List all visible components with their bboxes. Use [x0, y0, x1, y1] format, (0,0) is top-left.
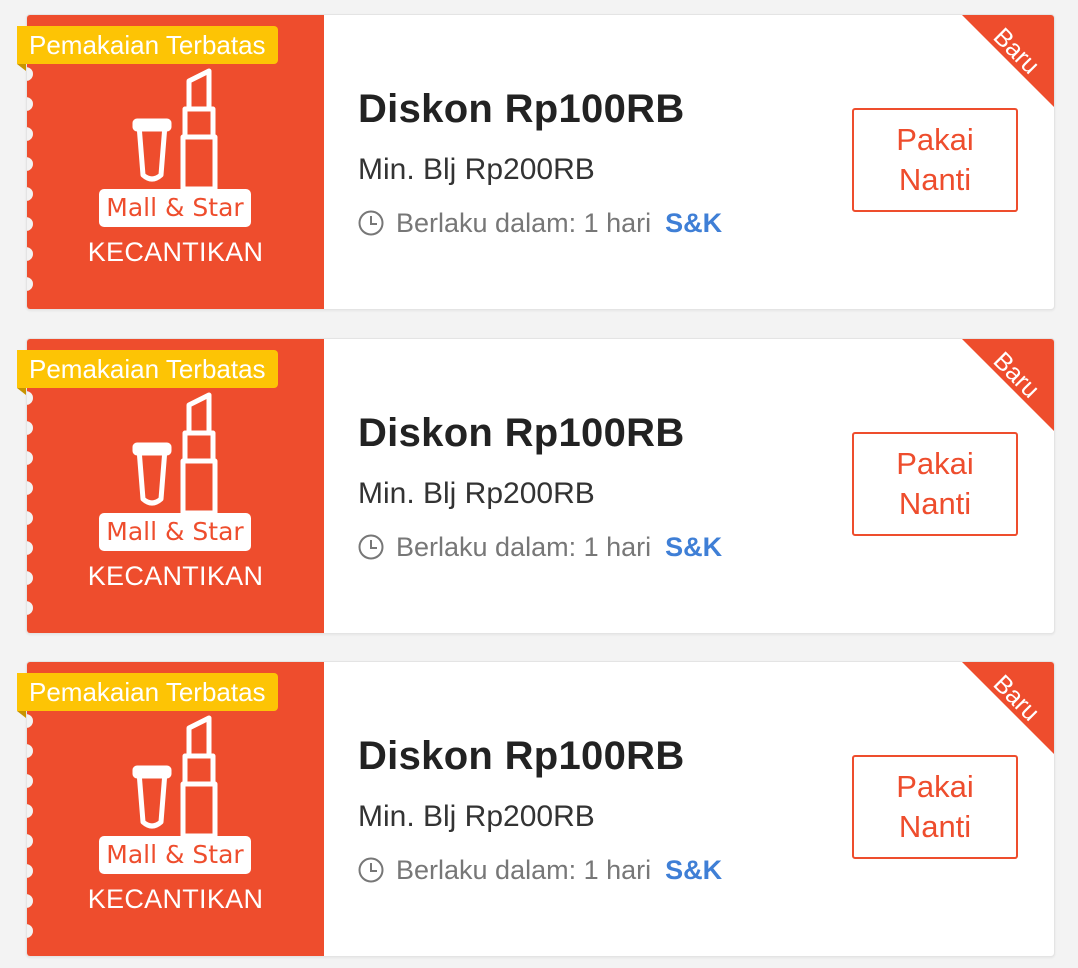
use-later-button[interactable]: Pakai Nanti	[852, 432, 1018, 536]
validity-text: Berlaku dalam: 1 hari	[396, 531, 652, 562]
validity-text: Berlaku dalam: 1 hari	[396, 854, 652, 885]
category-label: KECANTIKAN	[87, 237, 264, 267]
voucher-title: Diskon Rp100RB	[358, 734, 685, 778]
tag-fold	[17, 64, 26, 71]
use-later-label-line2: Nanti	[898, 809, 972, 844]
voucher-title: Diskon Rp100RB	[358, 87, 685, 131]
category-label: KECANTIKAN	[87, 561, 264, 591]
clock-icon	[358, 534, 384, 560]
mall-star-badge: Mall & Star	[99, 836, 251, 874]
category-label: KECANTIKAN	[87, 884, 264, 914]
validity-row: Berlaku dalam: 1 hari S&K	[358, 207, 722, 239]
tag-fold	[17, 711, 26, 718]
new-ribbon: Baru	[962, 15, 1054, 107]
terms-link[interactable]: S&K	[665, 208, 722, 239]
clock-icon	[358, 210, 384, 236]
clock-icon	[358, 857, 384, 883]
use-later-label-line1: Pakai	[896, 769, 974, 804]
mall-star-badge: Mall & Star	[99, 513, 251, 551]
limited-use-tag: Pemakaian Terbatas	[17, 673, 278, 711]
use-later-label-line1: Pakai	[896, 446, 974, 481]
validity-row: Berlaku dalam: 1 hari S&K	[358, 854, 722, 886]
use-later-label-line2: Nanti	[898, 162, 972, 197]
terms-link[interactable]: S&K	[665, 532, 722, 563]
perforation	[27, 601, 33, 615]
new-ribbon: Baru	[962, 339, 1054, 431]
voucher-title: Diskon Rp100RB	[358, 411, 685, 455]
use-later-label-line1: Pakai	[896, 122, 974, 157]
validity-row: Berlaku dalam: 1 hari S&K	[358, 531, 722, 563]
terms-link[interactable]: S&K	[665, 855, 722, 886]
min-spend: Min. Blj Rp200RB	[358, 153, 595, 186]
use-later-label-line2: Nanti	[898, 486, 972, 521]
limited-use-tag: Pemakaian Terbatas	[17, 350, 278, 388]
perforation	[27, 924, 33, 938]
perforation	[27, 277, 33, 291]
new-ribbon: Baru	[962, 662, 1054, 754]
use-later-button[interactable]: Pakai Nanti	[852, 755, 1018, 859]
min-spend: Min. Blj Rp200RB	[358, 477, 595, 510]
mall-star-badge: Mall & Star	[99, 189, 251, 227]
limited-use-tag: Pemakaian Terbatas	[17, 26, 278, 64]
tag-fold	[17, 388, 26, 395]
use-later-button[interactable]: Pakai Nanti	[852, 108, 1018, 212]
validity-text: Berlaku dalam: 1 hari	[396, 207, 652, 238]
min-spend: Min. Blj Rp200RB	[358, 800, 595, 833]
